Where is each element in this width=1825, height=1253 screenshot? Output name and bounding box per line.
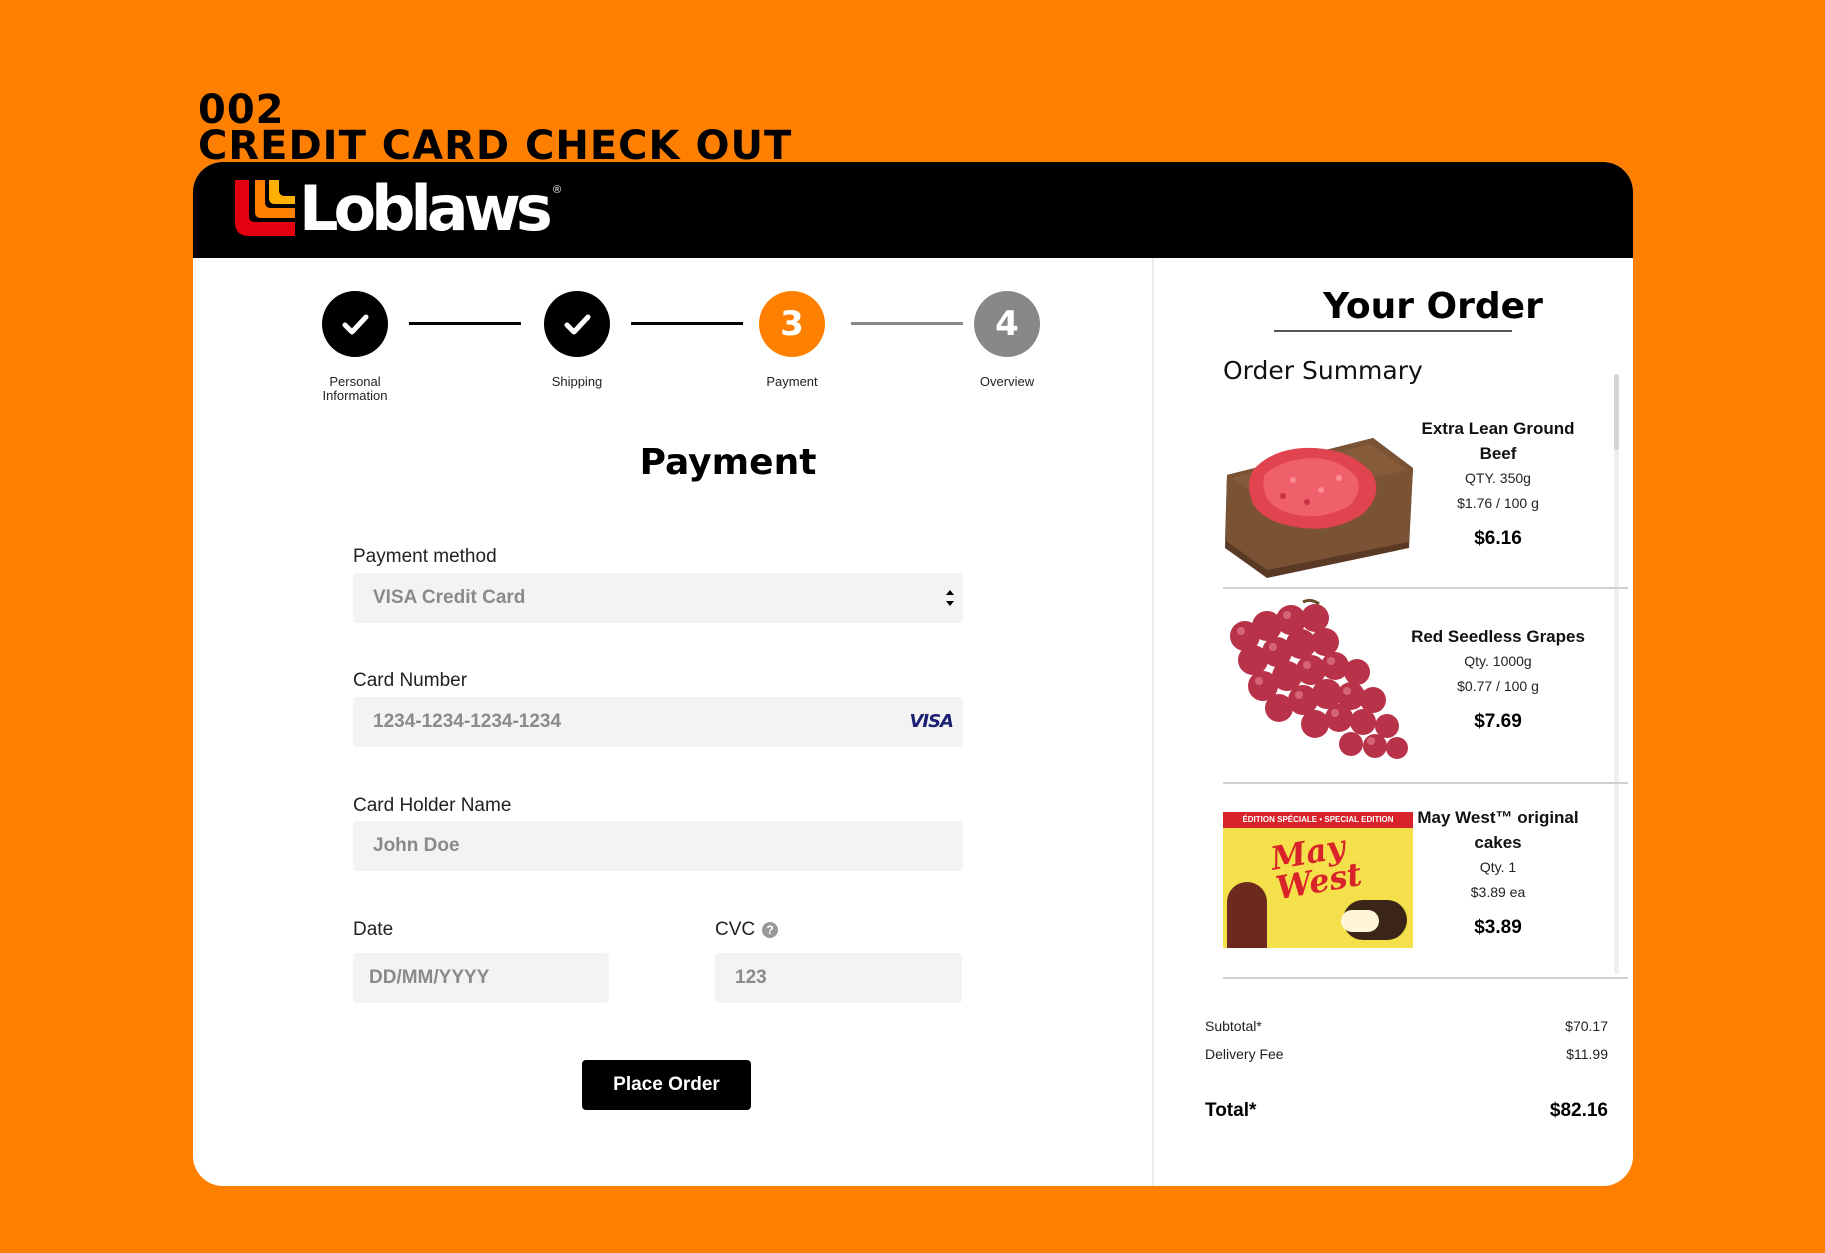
check-icon [564,314,591,335]
your-order-title: Your Order [1323,286,1543,327]
order-scrollbar-thumb[interactable] [1614,374,1619,450]
item-name: May West™ original [1417,808,1579,827]
item-unit-price: $0.77 / 100 g [1457,678,1539,694]
item-price: $3.89 [1474,917,1522,938]
item-unit-price: $3.89 ea [1470,884,1526,900]
step-label-line: Personal [329,374,381,389]
cvc-placeholder: 123 [735,967,767,988]
payment-method-label: Payment method [353,546,497,567]
box-figure [1227,882,1267,948]
delivery-fee-label: Delivery Fee [1205,1046,1284,1062]
item-name: Extra Lean Ground [1421,419,1575,438]
order-item: Red Seedless Grapes Qty. 1000g $0.77 / 1… [1398,624,1598,733]
card-holder-placeholder: John Doe [373,835,460,856]
ground-beef-image [1225,438,1413,578]
total-value: $82.16 [1549,1100,1608,1121]
date-placeholder: DD/MM/YYYY [369,967,490,988]
page-heading: 002 CREDIT CARD CHECK OUT [198,90,793,169]
card-holder-field[interactable]: John Doe [353,821,963,871]
step-label-overview: Overview [979,374,1035,389]
check-icon [342,314,369,335]
date-label: Date [353,919,394,940]
checkout-card: Loblaws ® 3 4 Personal Information Shipp… [193,162,1633,1186]
card-number-label: Card Number [353,670,468,691]
payment-method-value: VISA Credit Card [373,587,526,608]
cvc-field[interactable]: 123 [715,953,962,1003]
step-number: 4 [995,304,1019,344]
date-field[interactable]: DD/MM/YYYY [353,953,609,1003]
card-number-placeholder: 1234-1234-1234-1234 [373,711,562,732]
step-shipping[interactable] [544,291,610,357]
step-label-payment: Payment [766,374,818,389]
card-holder-label: Card Holder Name [353,795,512,816]
order-scrollbar[interactable] [1614,374,1619,974]
cvc-label: CVC [715,919,756,940]
step-connector [851,322,963,325]
step-label-shipping: Shipping [551,374,603,389]
step-connector [631,322,743,325]
step-label-personal-information: Personal Information [285,375,425,403]
item-price: $6.16 [1474,528,1522,549]
item-unit-price: $1.76 / 100 g [1457,495,1539,511]
box-banner: ÉDITION SPÉCIALE • SPECIAL EDITION [1223,812,1413,828]
box-brand: May West [1267,827,1365,908]
loblaws-logo-mark-icon [235,180,295,236]
your-order-underline [1274,330,1512,332]
item-qty: Qty. 1000g [1464,653,1532,669]
subtotal-value: $70.17 [1565,1018,1608,1034]
cake-filling [1341,910,1379,932]
delivery-fee-row: Delivery Fee $11.99 [1205,1046,1608,1062]
place-order-button[interactable]: Place Order [582,1060,751,1110]
panel-divider [1152,258,1154,1186]
step-overview[interactable]: 4 [974,291,1040,357]
order-summary-title: Order Summary [1223,356,1423,385]
grapes-image [1230,598,1408,759]
item-separator [1223,977,1628,979]
item-name: Red Seedless Grapes [1411,627,1585,646]
item-name: cakes [1474,833,1522,852]
item-price: $7.69 [1474,711,1522,732]
order-item: Extra Lean Ground Beef QTY. 350g $1.76 /… [1398,416,1598,550]
may-west-box-image: ÉDITION SPÉCIALE • SPECIAL EDITION May W… [1223,812,1413,948]
total-row: Total* $82.16 [1205,1100,1608,1122]
item-name: Beef [1479,444,1517,463]
registered-mark: ® [553,184,562,196]
card-number-field[interactable]: 1234-1234-1234-1234 VISA [353,697,963,747]
item-separator [1223,782,1628,784]
total-label: Total* [1205,1100,1257,1121]
step-payment[interactable]: 3 [759,291,825,357]
step-number: 3 [780,304,804,344]
item-qty: Qty. 1 [1479,859,1517,875]
help-icon[interactable]: ? [762,922,778,938]
item-qty: QTY. 350g [1465,470,1531,486]
header-bar: Loblaws ® [193,162,1633,258]
visa-icon: VISA [909,711,954,732]
payment-title: Payment [639,442,817,483]
payment-method-select[interactable]: VISA Credit Card [353,573,963,623]
subtotal-label: Subtotal* [1205,1018,1262,1034]
brand-name: Loblaws [299,172,553,245]
step-label-line: Information [322,388,388,403]
delivery-fee-value: $11.99 [1566,1046,1608,1062]
step-connector [409,322,521,325]
subtotal-row: Subtotal* $70.17 [1205,1018,1608,1034]
order-item: May West™ original cakes Qty. 1 $3.89 ea… [1398,805,1598,939]
select-arrows-icon [946,590,954,606]
item-separator [1223,587,1628,589]
page-heading-title: CREDIT CARD CHECK OUT [198,123,793,169]
step-personal-information[interactable] [322,291,388,357]
